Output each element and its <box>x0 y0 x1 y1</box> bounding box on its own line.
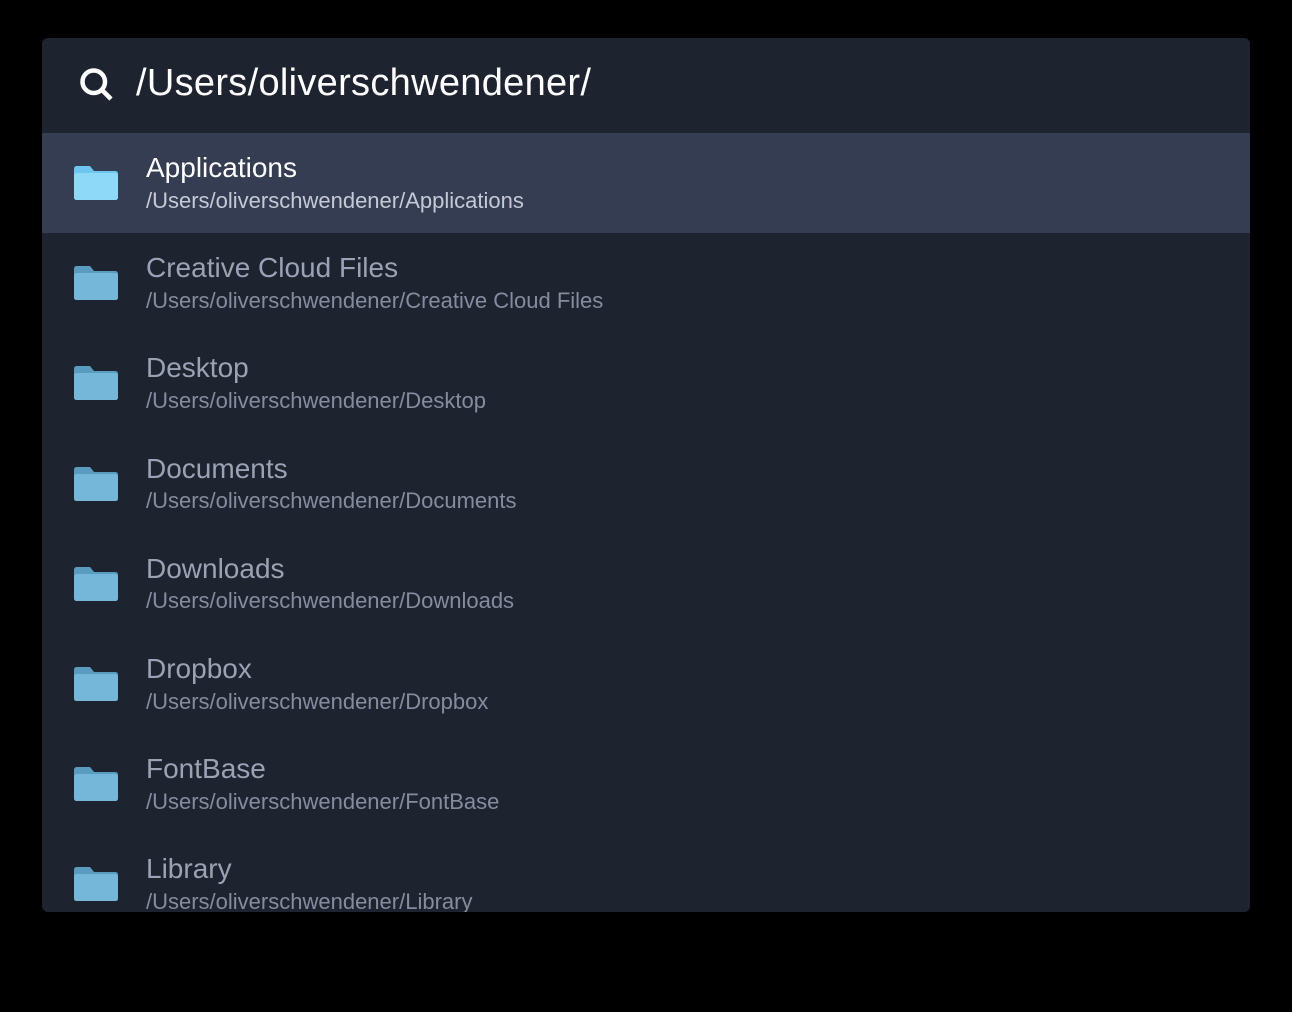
result-text: Creative Cloud Files/Users/oliverschwend… <box>146 251 603 315</box>
result-item[interactable]: Applications/Users/oliverschwendener/App… <box>42 133 1250 233</box>
result-path: /Users/oliverschwendener/Dropbox <box>146 688 488 717</box>
result-name: Creative Cloud Files <box>146 251 603 285</box>
folder-icon <box>72 864 120 904</box>
result-item[interactable]: FontBase/Users/oliverschwendener/FontBas… <box>42 734 1250 834</box>
result-item[interactable]: Dropbox/Users/oliverschwendener/Dropbox <box>42 634 1250 734</box>
result-item[interactable]: Documents/Users/oliverschwendener/Docume… <box>42 434 1250 534</box>
result-text: Downloads/Users/oliverschwendener/Downlo… <box>146 552 514 616</box>
result-name: Desktop <box>146 351 486 385</box>
folder-icon <box>72 363 120 403</box>
folder-icon <box>72 263 120 303</box>
result-path: /Users/oliverschwendener/Desktop <box>146 387 486 416</box>
folder-icon <box>72 163 120 203</box>
result-path: /Users/oliverschwendener/Downloads <box>146 587 514 616</box>
results-list[interactable]: Applications/Users/oliverschwendener/App… <box>42 133 1250 912</box>
folder-icon <box>72 564 120 604</box>
result-path: /Users/oliverschwendener/FontBase <box>146 788 499 817</box>
result-name: Library <box>146 852 472 886</box>
result-text: Applications/Users/oliverschwendener/App… <box>146 151 524 215</box>
result-text: Library/Users/oliverschwendener/Library <box>146 852 472 912</box>
result-text: Desktop/Users/oliverschwendener/Desktop <box>146 351 486 415</box>
search-input[interactable] <box>136 62 1214 105</box>
result-text: Documents/Users/oliverschwendener/Docume… <box>146 452 517 516</box>
folder-icon <box>72 764 120 804</box>
result-text: FontBase/Users/oliverschwendener/FontBas… <box>146 752 499 816</box>
launcher-window: Applications/Users/oliverschwendener/App… <box>42 38 1250 912</box>
result-name: Documents <box>146 452 517 486</box>
result-name: Downloads <box>146 552 514 586</box>
folder-icon <box>72 464 120 504</box>
folder-icon <box>72 664 120 704</box>
search-icon <box>78 66 114 102</box>
result-item[interactable]: Library/Users/oliverschwendener/Library <box>42 834 1250 912</box>
result-name: Applications <box>146 151 524 185</box>
result-path: /Users/oliverschwendener/Library <box>146 888 472 912</box>
result-path: /Users/oliverschwendener/Applications <box>146 187 524 216</box>
search-bar <box>42 38 1250 133</box>
result-item[interactable]: Downloads/Users/oliverschwendener/Downlo… <box>42 534 1250 634</box>
result-item[interactable]: Desktop/Users/oliverschwendener/Desktop <box>42 333 1250 433</box>
result-path: /Users/oliverschwendener/Documents <box>146 487 517 516</box>
result-path: /Users/oliverschwendener/Creative Cloud … <box>146 287 603 316</box>
result-text: Dropbox/Users/oliverschwendener/Dropbox <box>146 652 488 716</box>
result-name: Dropbox <box>146 652 488 686</box>
result-item[interactable]: Creative Cloud Files/Users/oliverschwend… <box>42 233 1250 333</box>
result-name: FontBase <box>146 752 499 786</box>
